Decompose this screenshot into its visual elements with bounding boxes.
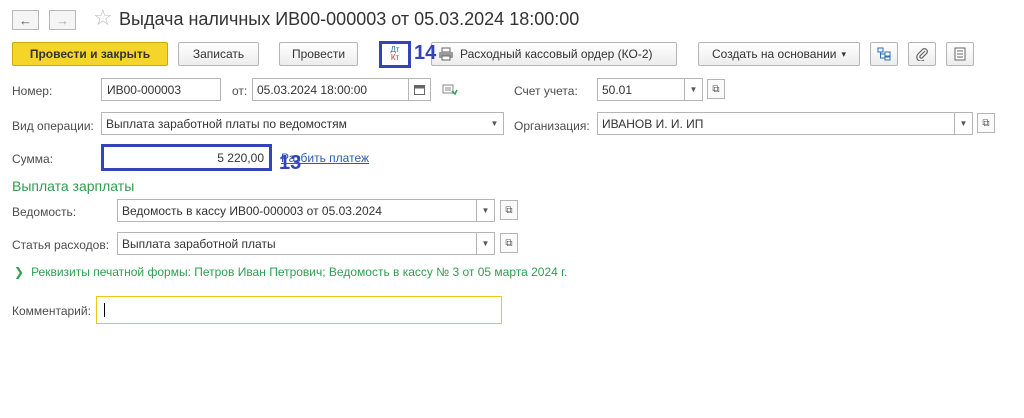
chevron-right-icon: ❯ (14, 265, 25, 279)
statement-field[interactable]: Ведомость в кассу ИВ00-000003 от 05.03.2… (117, 199, 477, 222)
print-details-toggle[interactable]: ❯ Реквизиты печатной формы: Петров Иван … (14, 265, 567, 279)
number-field[interactable]: ИВ00-000003 (101, 78, 221, 101)
open-window-icon: ⧉ (712, 83, 720, 95)
chevron-down-icon: ▼ (490, 119, 499, 128)
text-cursor (104, 303, 105, 317)
save-button[interactable]: Записать (178, 42, 259, 66)
expense-item-label: Статья расходов: (12, 238, 110, 252)
date-field[interactable]: 05.03.2024 18:00:00 (252, 78, 409, 101)
expense-item-field[interactable]: Выплата заработной платы (117, 232, 477, 255)
organization-label: Организация: (514, 119, 590, 133)
statement-open-button[interactable]: ⧉ (500, 200, 518, 220)
account-field[interactable]: 50.01 (597, 78, 685, 101)
chevron-down-icon: ▼ (689, 85, 698, 94)
account-open-button[interactable]: ⧉ (707, 79, 725, 99)
organization-dropdown-button[interactable]: ▼ (955, 112, 973, 135)
account-dropdown-button[interactable]: ▼ (685, 78, 703, 101)
attach-button[interactable] (908, 42, 936, 66)
post-and-close-button[interactable]: Провести и закрыть (12, 42, 168, 66)
sum-label: Сумма: (12, 152, 54, 166)
annotation-number-13: 13 (279, 152, 302, 174)
open-window-icon: ⧉ (982, 117, 990, 129)
forward-button[interactable]: → (49, 10, 76, 30)
forward-arrow-icon: → (56, 12, 69, 28)
chevron-down-icon: ▼ (959, 119, 968, 128)
date-from-label: от: (232, 84, 248, 98)
statement-dropdown-button[interactable]: ▼ (477, 199, 495, 222)
chevron-down-icon: ▼ (481, 206, 490, 215)
comment-icon[interactable] (442, 83, 458, 100)
operation-type-label: Вид операции: (12, 119, 94, 133)
statement-label: Ведомость: (12, 205, 77, 219)
create-based-on-label: Создать на основании (711, 47, 837, 61)
back-arrow-icon: ← (19, 12, 32, 28)
chevron-down-icon: ▾ (841, 48, 847, 59)
document-list-icon (954, 47, 966, 61)
create-based-on-button[interactable]: Создать на основании ▾ (698, 42, 860, 66)
operation-type-field[interactable]: Выплата заработной платы по ведомостям (101, 112, 487, 135)
expense-item-open-button[interactable]: ⧉ (500, 233, 518, 253)
organization-field[interactable]: ИВАНОВ И. И. ИП (597, 112, 955, 135)
section-title: Выплата зарплаты (12, 178, 135, 194)
note-icon (442, 84, 458, 96)
annotation-number-14: 14 (414, 42, 437, 64)
open-window-icon: ⧉ (505, 237, 513, 249)
operation-type-dropdown-button[interactable]: ▼ (486, 112, 504, 135)
chevron-down-icon: ▼ (481, 239, 490, 248)
back-button[interactable]: ← (12, 10, 39, 30)
calendar-button[interactable] (409, 78, 431, 101)
expense-item-dropdown-button[interactable]: ▼ (477, 232, 495, 255)
hierarchy-icon (877, 47, 891, 61)
annotation-box-13 (101, 144, 272, 171)
comment-field[interactable] (96, 296, 502, 324)
paperclip-icon (916, 48, 928, 61)
calendar-icon (414, 85, 425, 95)
open-window-icon: ⧉ (505, 204, 513, 216)
print-details-label: Реквизиты печатной формы: Петров Иван Пе… (31, 265, 568, 279)
more-button[interactable] (946, 42, 974, 66)
annotation-box-14 (379, 41, 411, 68)
post-button[interactable]: Провести (279, 42, 358, 66)
favorite-star-icon[interactable]: ☆ (93, 7, 113, 29)
printer-icon (439, 47, 453, 61)
print-cash-order-button[interactable]: Расходный кассовый ордер (КО-2) (431, 42, 677, 66)
comment-label: Комментарий: (12, 304, 91, 318)
page-title: Выдача наличных ИВ00-000003 от 05.03.202… (119, 9, 580, 29)
structure-button[interactable] (870, 42, 898, 66)
print-cash-order-label: Расходный кассовый ордер (КО-2) (460, 47, 653, 61)
organization-open-button[interactable]: ⧉ (977, 113, 995, 133)
number-label: Номер: (12, 84, 53, 98)
account-label: Счет учета: (514, 84, 578, 98)
